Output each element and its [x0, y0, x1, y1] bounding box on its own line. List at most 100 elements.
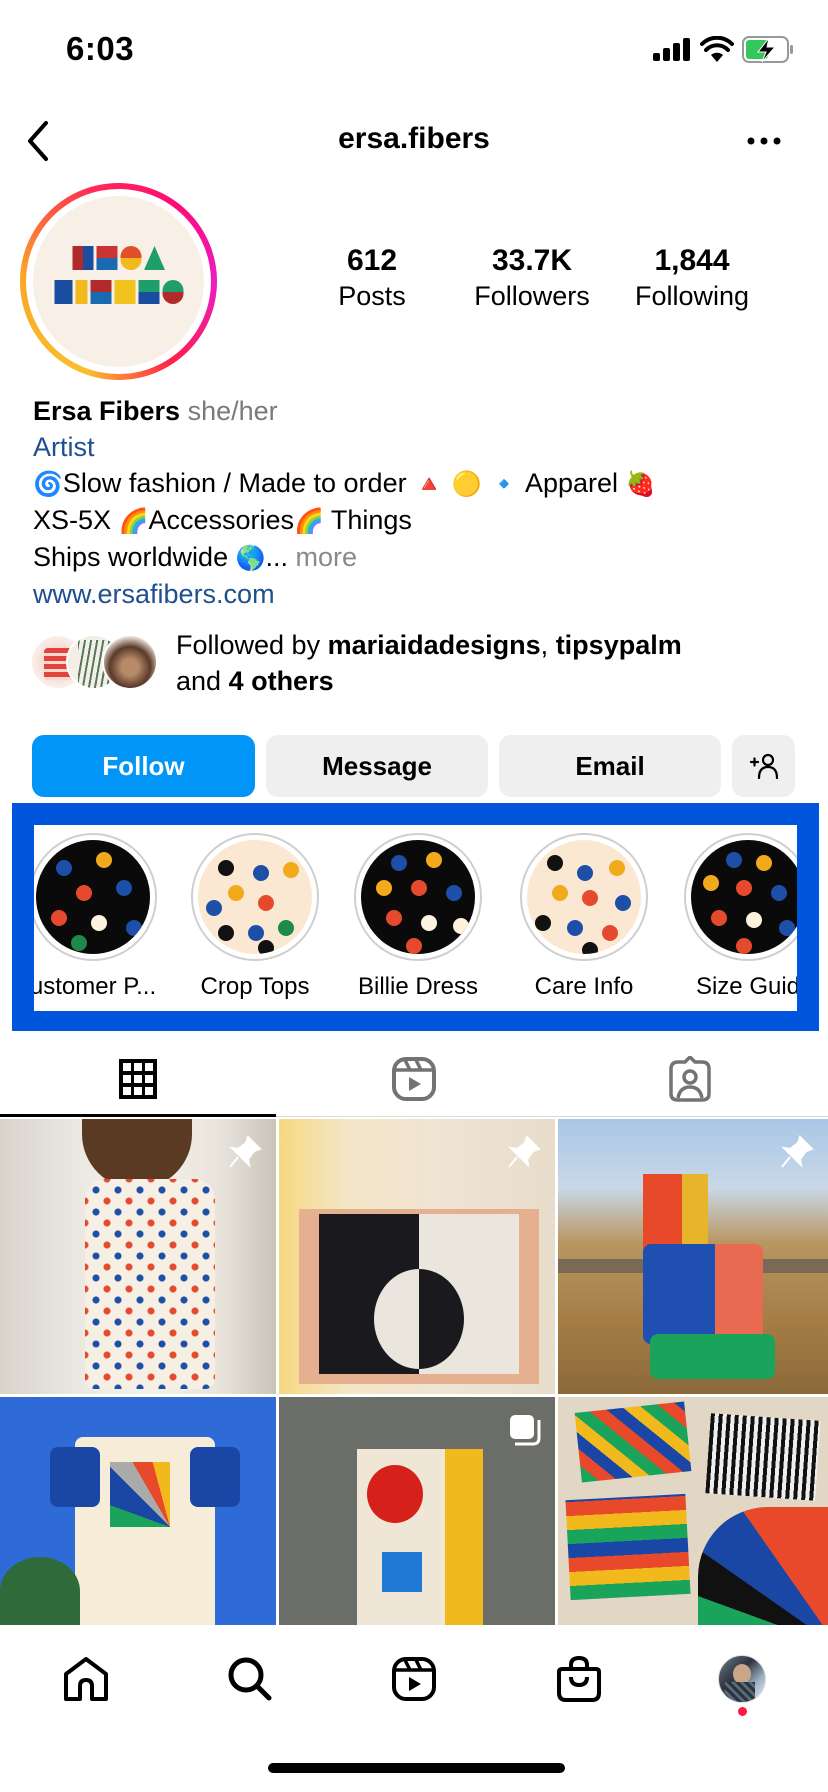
rainbow-emoji: 🌈	[293, 507, 324, 535]
highlight-label: Care Info	[534, 973, 634, 1000]
quilt-block	[574, 1401, 692, 1483]
notification-dot	[738, 1707, 747, 1716]
others-count: 4 others	[228, 666, 334, 696]
cyclone-emoji: 🌀	[33, 470, 63, 498]
name-line: Ersa Fibers she/her	[33, 393, 813, 429]
tab-reels[interactable]	[276, 1040, 552, 1118]
bio-line-1: 🌀Slow fashion / Made to order 🔺 🟡 🔹 Appa…	[33, 465, 813, 502]
message-button[interactable]: Message	[266, 735, 488, 797]
post-thumbnail[interactable]	[558, 1119, 828, 1394]
more-link[interactable]: more	[288, 542, 358, 572]
story-highlights[interactable]: ustomer P... Crop Tops Billie Dress Care…	[34, 825, 797, 1011]
rainbow-emoji: 🌈	[118, 507, 149, 535]
highlight-size-guide[interactable]: Size Guid	[673, 833, 797, 1001]
pronouns: she/her	[187, 396, 278, 426]
post-thumbnail[interactable]	[279, 1397, 555, 1625]
dress-bodice	[643, 1174, 708, 1249]
red-circle	[367, 1465, 423, 1523]
dress-sleeve	[190, 1447, 240, 1507]
post-thumbnail[interactable]	[558, 1397, 828, 1625]
mutual-followers-avatars[interactable]	[30, 634, 160, 692]
highlight-customer-photos[interactable]: ustomer P...	[34, 833, 168, 1001]
reels-icon	[392, 1657, 436, 1701]
profile-avatar	[718, 1655, 766, 1703]
display-name: Ersa Fibers	[33, 396, 181, 426]
stat-followers[interactable]: 33.7K Followers	[452, 244, 612, 314]
bio-line-3: Ships worldwide 🌎... more	[33, 539, 813, 576]
bio-text: Apparel	[518, 468, 626, 498]
bio-ellipsis: ...	[265, 542, 288, 572]
highlight-cover	[36, 840, 150, 954]
followed-by-prefix: Followed by	[176, 630, 328, 660]
bio-text: Things	[323, 505, 412, 535]
followers-label: Followers	[474, 281, 590, 311]
highlight-crop-tops[interactable]: Crop Tops	[180, 833, 330, 1001]
mutual-user-2: tipsypalm	[555, 630, 682, 660]
pin-icon	[229, 1135, 262, 1168]
sunburst-motif	[110, 1462, 170, 1527]
post-thumbnail[interactable]	[0, 1397, 276, 1625]
profile-bio: Ersa Fibers she/her Artist 🌀Slow fashion…	[33, 393, 813, 612]
post-thumbnail[interactable]	[0, 1119, 276, 1394]
reels-icon	[392, 1057, 436, 1101]
highlight-cover	[691, 840, 797, 954]
grid-icon	[119, 1059, 157, 1099]
posts-label: Posts	[338, 281, 406, 311]
tab-tagged[interactable]	[552, 1040, 828, 1118]
website-link[interactable]: www.ersafibers.com	[33, 576, 813, 612]
mutual-user-1: mariaidadesigns	[327, 630, 541, 660]
floral-dress	[85, 1179, 215, 1389]
email-button[interactable]: Email	[499, 735, 721, 797]
bio-text: XS-5X	[33, 505, 119, 535]
highlight-cover	[198, 840, 312, 954]
yellow-strip	[445, 1449, 483, 1625]
highlight-label: Size Guid	[695, 973, 797, 1000]
shopping-bag-icon	[557, 1655, 601, 1702]
carousel-icon	[510, 1415, 541, 1446]
quilt-block	[705, 1413, 821, 1501]
shape-emojis: 🔺 🟡 🔹	[414, 470, 519, 498]
nav-profile[interactable]	[712, 1649, 772, 1709]
suggested-users-button[interactable]	[732, 735, 795, 797]
add-person-icon	[749, 753, 778, 779]
quilt-block	[565, 1493, 691, 1601]
following-count: 1,844	[654, 244, 730, 277]
nav-shop[interactable]	[549, 1649, 609, 1709]
dress-skirt	[643, 1244, 763, 1344]
category-label: Artist	[33, 432, 95, 462]
circle-motif	[374, 1269, 464, 1369]
tab-posts-grid[interactable]	[0, 1040, 276, 1118]
pin-icon	[781, 1135, 814, 1168]
following-label: Following	[634, 281, 750, 311]
highlight-care-info[interactable]: Care Info	[509, 833, 659, 1001]
bio-text: Ships worldwide	[33, 542, 236, 572]
highlight-label: Crop Tops	[200, 973, 310, 1000]
highlight-label: Billie Dress	[357, 973, 479, 1000]
status-time: 6:03	[66, 30, 135, 67]
quilt-fan	[698, 1507, 828, 1625]
followed-by-text[interactable]: Followed by mariaidadesigns, tipsypalm a…	[176, 627, 796, 699]
nav-home[interactable]	[56, 1649, 116, 1709]
bio-text: Accessories	[148, 505, 294, 535]
highlight-label: ustomer P...	[34, 973, 157, 1000]
post-thumbnail[interactable]	[279, 1119, 555, 1394]
globe-emoji: 🌎	[235, 544, 266, 572]
home-indicator[interactable]	[268, 1763, 565, 1773]
nav-search[interactable]	[220, 1649, 280, 1709]
highlight-billie-dress[interactable]: Billie Dress	[343, 833, 493, 1001]
nav-reels[interactable]	[384, 1649, 444, 1709]
stat-posts[interactable]: 612 Posts	[292, 244, 452, 314]
mutual-follower-avatar	[102, 634, 158, 690]
more-options-button[interactable]	[744, 128, 784, 154]
active-tab-indicator	[0, 1114, 276, 1117]
stat-following[interactable]: 1,844 Following	[612, 244, 772, 314]
and-text: and	[176, 666, 229, 696]
battery-charging-icon	[742, 36, 793, 63]
tagged-person-icon	[669, 1056, 711, 1102]
profile-avatar[interactable]	[20, 183, 217, 380]
follow-button[interactable]: Follow	[32, 735, 255, 797]
home-icon	[64, 1657, 108, 1701]
strawberry-emoji: 🍓	[625, 470, 656, 498]
wifi-icon	[700, 36, 734, 62]
highlight-cover	[527, 840, 641, 954]
